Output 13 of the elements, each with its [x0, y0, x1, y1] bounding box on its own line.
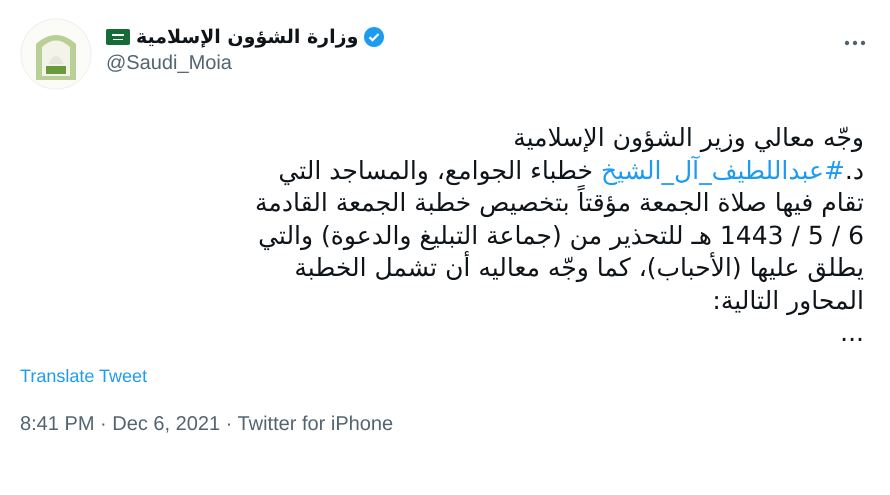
account-handle[interactable]: @Saudi_Moia: [106, 52, 830, 75]
account-name[interactable]: وزارة الشؤون الإسلامية: [136, 26, 358, 48]
more-icon[interactable]: [844, 40, 866, 46]
tweet-text-line: د.#عبداللطيف_آل_الشيخ خطباء الجوامع، والمساجد التي: [278, 154, 864, 186]
tweet-text-line: ...: [840, 317, 864, 349]
tweet-text-line: 6 / 5 / 1443 هـ للتحذير من (جماعة التبليغ والدعوة) والتي: [258, 220, 864, 251]
flag-icon: [106, 29, 130, 45]
tweet-text-line: المحاور التالية:: [712, 284, 864, 317]
tweet-timestamp: 8:41 PM · Dec 6, 2021 · Twitter for iPhone: [20, 412, 394, 436]
tweet-text-line: يطلق عليها (الأحباب)، كما وجّه معاليه أن تشمل الخطبة: [294, 252, 864, 284]
logo-icon: [20, 18, 92, 90]
tweet-text-line: تقام فيها صلاة الجمعة مؤقتاً بتخصيص خطبة الجمعة القادمة: [255, 187, 864, 220]
tweet-text-line: وجّه معالي وزير الشؤون الإسلامية: [513, 122, 864, 154]
